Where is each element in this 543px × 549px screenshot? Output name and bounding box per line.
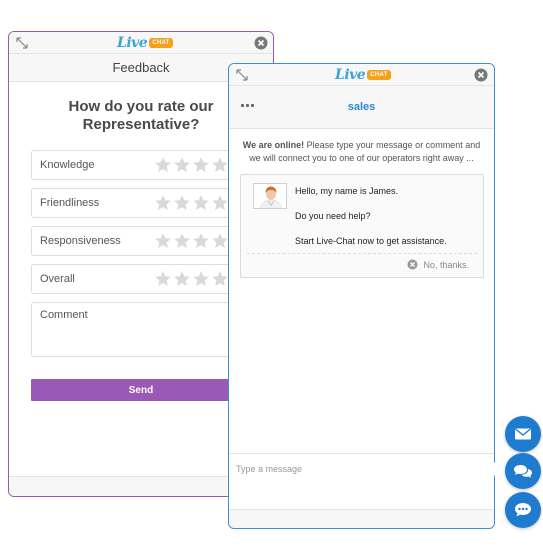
envelope-icon xyxy=(515,428,531,440)
rating-row-knowledge: Knowledge xyxy=(31,150,251,180)
close-icon[interactable] xyxy=(254,36,268,50)
star-icon[interactable] xyxy=(173,156,191,174)
message-input-area xyxy=(229,453,494,509)
star-icon[interactable] xyxy=(192,232,210,250)
message-fab[interactable] xyxy=(505,492,541,528)
star-icon[interactable] xyxy=(154,270,172,288)
logo-chat-badge: CHAT xyxy=(367,70,391,80)
rating-list: Knowledge Friendliness Responsiveness Ov… xyxy=(31,150,251,294)
star-icon[interactable] xyxy=(173,270,191,288)
rating-label: Friendliness xyxy=(40,197,100,209)
message-input[interactable] xyxy=(229,454,494,484)
rating-row-friendliness: Friendliness xyxy=(31,188,251,218)
message-line: Do you need help? xyxy=(295,211,371,221)
comment-textarea[interactable]: Comment xyxy=(31,302,251,357)
star-icon[interactable] xyxy=(154,232,172,250)
star-icon[interactable] xyxy=(211,232,229,250)
star-icon[interactable] xyxy=(192,194,210,212)
star-icon[interactable] xyxy=(211,270,229,288)
chat-footer xyxy=(229,509,494,528)
star-icon[interactable] xyxy=(211,194,229,212)
online-status: We are online! xyxy=(242,140,305,150)
chat-header: sales xyxy=(229,86,494,129)
agent-avatar xyxy=(253,183,287,209)
expand-icon[interactable] xyxy=(16,37,28,49)
logo-live-text: Live xyxy=(117,35,148,51)
menu-dots-icon[interactable] xyxy=(241,104,254,107)
speech-bubbles-icon xyxy=(514,465,532,478)
agent-message-card: Hello, my name is James. Do you need hel… xyxy=(240,174,484,278)
close-circle-icon xyxy=(407,259,418,270)
star-icon[interactable] xyxy=(154,194,172,212)
star-icon[interactable] xyxy=(154,156,172,174)
star-icon[interactable] xyxy=(192,270,210,288)
close-icon[interactable] xyxy=(474,68,488,82)
live-chat-logo: Live CHAT xyxy=(117,35,173,51)
rating-row-responsiveness: Responsiveness xyxy=(31,226,251,256)
rating-label: Overall xyxy=(40,273,75,285)
rating-row-overall: Overall xyxy=(31,264,251,294)
logo-live-text: Live xyxy=(335,67,366,83)
chat-department-title: sales xyxy=(347,101,376,113)
live-chat-logo: Live CHAT xyxy=(335,67,391,83)
email-fab[interactable] xyxy=(505,416,541,452)
star-icon[interactable] xyxy=(173,232,191,250)
fab-pointer xyxy=(494,462,501,476)
star-icon[interactable] xyxy=(211,156,229,174)
speech-bubble-dots-icon xyxy=(515,503,531,517)
message-divider xyxy=(247,253,477,254)
chat-title-bar: Live CHAT xyxy=(229,64,494,86)
feedback-question: How do you rate our Representative? xyxy=(68,98,214,133)
agent-message-text: Hello, my name is James. Do you need hel… xyxy=(295,185,447,260)
rating-label: Responsiveness xyxy=(40,235,121,247)
message-line: Start Live-Chat now to get assistance. xyxy=(295,236,447,246)
logo-chat-badge: CHAT xyxy=(149,38,173,48)
rating-label: Knowledge xyxy=(40,159,95,171)
chat-fab[interactable] xyxy=(505,453,541,489)
expand-icon[interactable] xyxy=(236,69,248,81)
chat-window: Live CHAT sales We are online! Please ty… xyxy=(228,63,495,529)
no-thanks-label: No, thanks. xyxy=(423,259,469,270)
star-icon[interactable] xyxy=(192,156,210,174)
online-notice: We are online! Please type your message … xyxy=(239,139,484,165)
feedback-title-bar: Live CHAT xyxy=(9,32,273,54)
star-icon[interactable] xyxy=(173,194,191,212)
no-thanks-button[interactable]: No, thanks. xyxy=(407,259,469,270)
message-line: Hello, my name is James. xyxy=(295,186,399,196)
send-button[interactable]: Send xyxy=(31,379,251,401)
